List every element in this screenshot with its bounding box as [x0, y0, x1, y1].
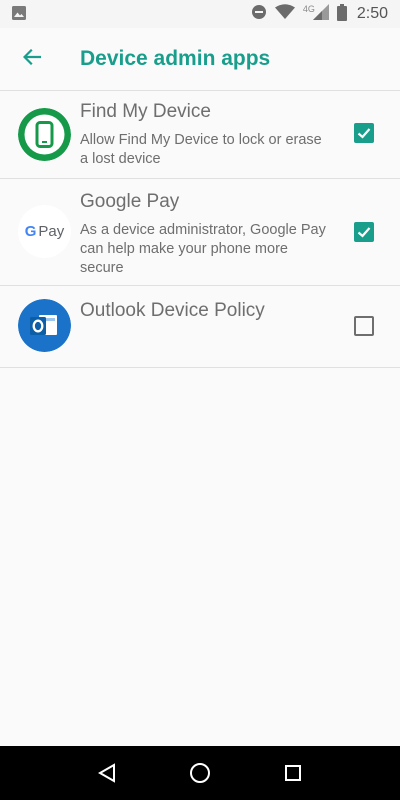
app-title: Google Pay: [80, 191, 180, 212]
home-circle-icon: [189, 763, 210, 783]
status-right: 4G 2:50: [251, 3, 388, 25]
google-pay-icon: G Pay: [18, 205, 71, 258]
checkbox-outlook-device-policy[interactable]: [354, 316, 374, 336]
list-item-outlook-device-policy[interactable]: Outlook Device Policy: [0, 286, 400, 368]
checkbox-find-my-device[interactable]: [354, 123, 374, 143]
nav-home-button[interactable]: [180, 753, 220, 793]
status-left: [12, 5, 26, 24]
find-my-device-icon: [18, 108, 71, 161]
check-icon: [357, 128, 371, 139]
app-bar: Device admin apps: [0, 28, 400, 90]
network-type-label: 4G: [302, 4, 315, 14]
back-triangle-icon: [97, 763, 115, 783]
check-icon: [357, 227, 371, 238]
page-title: Device admin apps: [80, 47, 271, 70]
status-bar: 4G 2:50: [0, 0, 400, 28]
wifi-icon: [274, 4, 295, 24]
signal-icon: [312, 4, 329, 24]
recents-square-icon: [285, 765, 302, 781]
status-time: 2:50: [356, 5, 388, 22]
app-description: Allow Find My Device to lock or erase a …: [80, 132, 322, 167]
app-title: Find My Device: [80, 101, 211, 122]
outlook-icon: [18, 299, 71, 352]
back-button[interactable]: [12, 39, 52, 79]
list-item-find-my-device[interactable]: Find My Device Allow Find My Device to l…: [0, 90, 400, 179]
list-item-google-pay[interactable]: G Pay Google Pay As a device administrato…: [0, 179, 400, 286]
arrow-back-icon: [22, 48, 42, 69]
app-title: Outlook Device Policy: [80, 300, 265, 321]
image-icon: [12, 5, 26, 24]
navigation-bar: [0, 746, 400, 800]
battery-icon: [336, 3, 347, 25]
nav-recents-button[interactable]: [273, 753, 313, 793]
do-not-disturb-icon: [251, 4, 267, 24]
app-description: As a device administrator, Google Pay ca…: [80, 222, 326, 276]
checkbox-google-pay[interactable]: [354, 222, 374, 242]
nav-back-button[interactable]: [87, 753, 127, 793]
device-admin-list: Find My Device Allow Find My Device to l…: [0, 90, 400, 368]
